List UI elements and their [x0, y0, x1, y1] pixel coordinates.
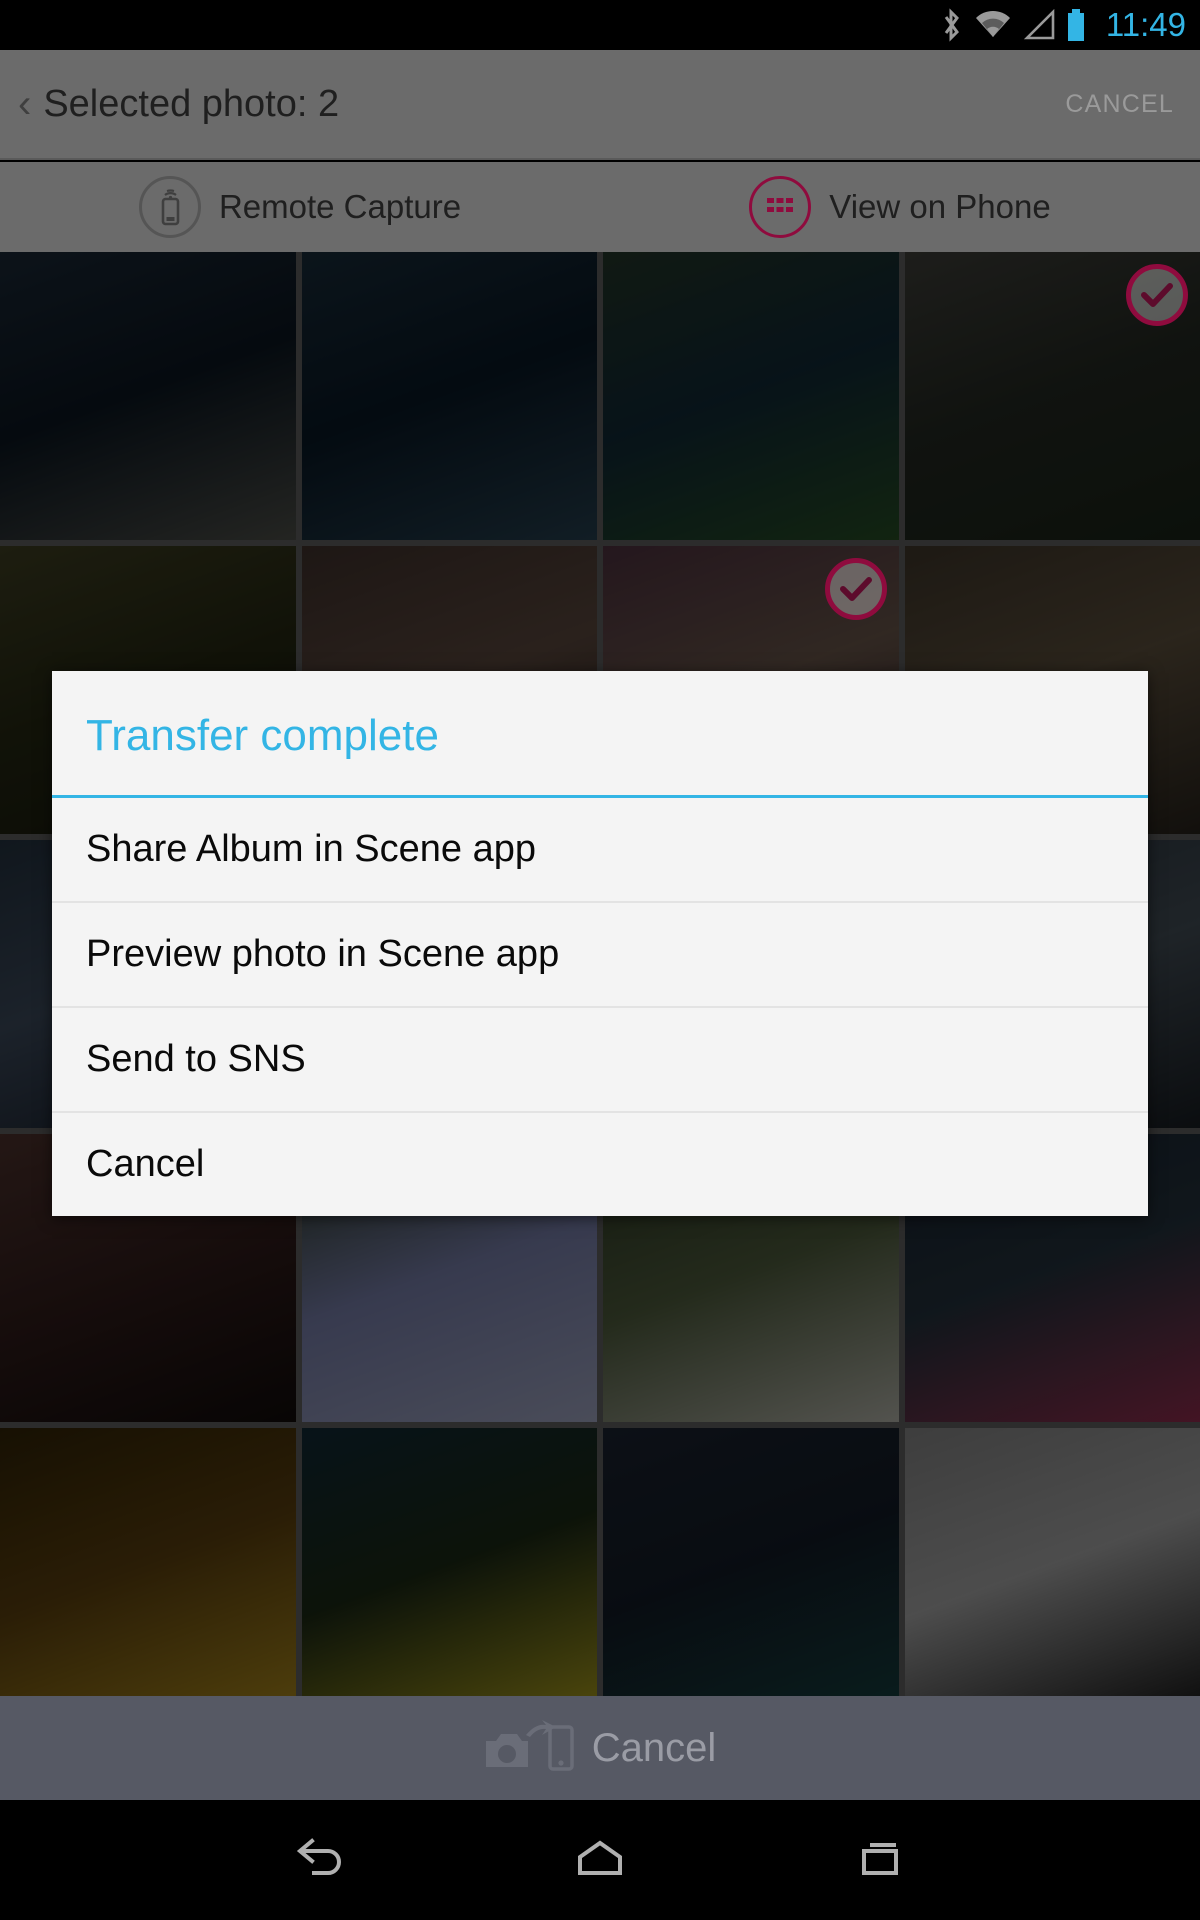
transfer-complete-dialog: Transfer complete Share Album in Scene a…	[52, 671, 1148, 1216]
dialog-item-list: Share Album in Scene app Preview photo in…	[52, 798, 1148, 1216]
share-album-item[interactable]: Share Album in Scene app	[52, 798, 1148, 903]
phone-screen: 11:49 ‹ Selected photo: 2 CANCEL Remote …	[0, 0, 1200, 1920]
preview-photo-item[interactable]: Preview photo in Scene app	[52, 903, 1148, 1008]
dialog-cancel-item[interactable]: Cancel	[52, 1113, 1148, 1216]
send-to-sns-item[interactable]: Send to SNS	[52, 1008, 1148, 1113]
dialog-title-area: Transfer complete	[52, 671, 1148, 798]
dialog-title: Transfer complete	[86, 711, 439, 760]
